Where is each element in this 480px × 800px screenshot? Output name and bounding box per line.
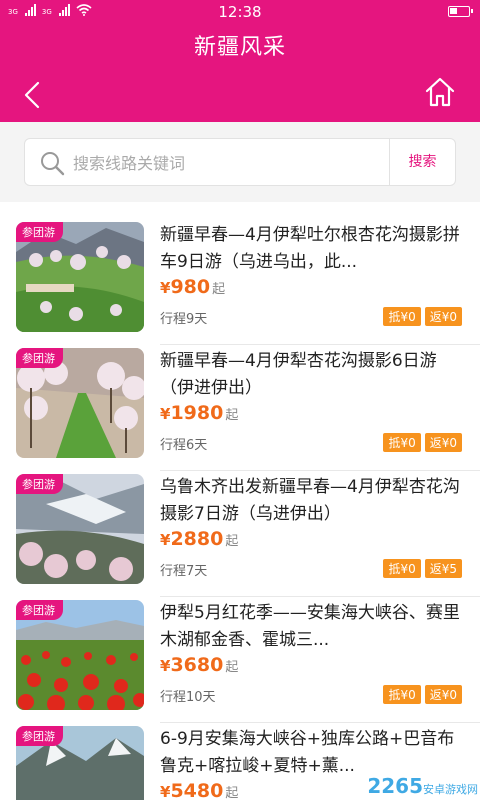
list-item[interactable]: 参团游 新疆早春—4月伊犁杏花沟摄影6日游（伊进伊出） ¥1980 起 行程6天 … <box>0 328 480 471</box>
tour-name: 6-9月安集海大峡谷+独库公路+巴音布鲁克+喀拉峻+夏特+薰... <box>160 729 455 776</box>
tour-name: 新疆早春—4月伊犁杏花沟摄影6日游（伊进伊出） <box>160 351 437 398</box>
price-suffix: 起 <box>225 786 239 800</box>
price-currency: ¥ <box>160 783 171 800</box>
watermark-text: 2265 <box>367 774 423 798</box>
discount-badge: 抵¥0 <box>383 559 421 578</box>
price-currency: ¥ <box>160 279 171 297</box>
cashback-badge: 返¥0 <box>424 685 462 704</box>
status-bar: 3G 3G 12:38 <box>0 0 480 24</box>
tour-name: 伊犁5月红花季——安集海大峡谷、赛里木湖郁金香、霍城三... <box>160 603 460 650</box>
tour-type-tag: 参团游 <box>16 348 63 368</box>
search-bar: 搜索 <box>0 122 480 202</box>
price-currency: ¥ <box>160 531 171 549</box>
cashback-badge: 返¥0 <box>424 307 462 326</box>
tour-name: 新疆早春—4月伊犁吐尔根杏花沟摄影拼车9日游（乌进乌出，此... <box>160 225 460 272</box>
tour-type-tag: 参团游 <box>16 726 63 746</box>
price-value: 3680 <box>170 654 224 676</box>
tour-thumbnail: 参团游 <box>16 222 144 332</box>
price-suffix: 起 <box>225 534 239 549</box>
cashback-badge: 返¥5 <box>424 559 462 578</box>
price-suffix: 起 <box>225 660 239 675</box>
list-item[interactable]: 参团游 伊犁5月红花季——安集海大峡谷、赛里木湖郁金香、霍城三... ¥3680… <box>0 580 480 723</box>
watermark-logo: 2265安卓游戏网 <box>367 774 478 798</box>
tour-duration: 行程6天 <box>160 438 208 453</box>
status-time: 12:38 <box>218 3 262 21</box>
tour-type-tag: 参团游 <box>16 474 63 494</box>
price-value: 2880 <box>170 528 224 550</box>
tour-thumbnail: 参团游 <box>16 726 144 800</box>
page-title: 新疆风采 <box>193 35 286 60</box>
search-input[interactable] <box>73 148 383 178</box>
tour-thumbnail: 参团游 <box>16 474 144 584</box>
search-box: 搜索 <box>24 138 456 186</box>
battery-icon <box>448 6 473 17</box>
price-suffix: 起 <box>212 282 226 297</box>
app-header: 3G 3G 12:38 新疆风采 <box>0 0 480 122</box>
price-value: 980 <box>170 276 211 298</box>
tour-price: ¥3680 起 <box>160 654 238 676</box>
tour-duration: 行程9天 <box>160 312 208 327</box>
tour-type-tag: 参团游 <box>16 222 63 242</box>
tour-thumbnail: 参团游 <box>16 348 144 458</box>
price-value: 5480 <box>170 780 224 800</box>
list-item[interactable]: 参团游 乌鲁木齐出发新疆早春—4月伊犁杏花沟摄影7日游（乌进伊出） ¥2880 起… <box>0 454 480 597</box>
tour-type-tag: 参团游 <box>16 600 63 620</box>
tour-price: ¥2880 起 <box>160 528 238 550</box>
tour-list: 参团游 新疆早春—4月伊犁吐尔根杏花沟摄影拼车9日游（乌进乌出，此... ¥98… <box>0 202 480 800</box>
tour-price: ¥980 起 <box>160 276 225 298</box>
watermark-sub: 安卓游戏网 <box>423 783 478 796</box>
home-icon[interactable] <box>424 76 456 108</box>
price-currency: ¥ <box>160 657 171 675</box>
tour-duration: 行程10天 <box>160 690 216 705</box>
tour-price: ¥5480 起 <box>160 780 238 800</box>
list-item[interactable]: 参团游 新疆早春—4月伊犁吐尔根杏花沟摄影拼车9日游（乌进乌出，此... ¥98… <box>0 202 480 345</box>
back-arrow-icon[interactable] <box>18 80 48 110</box>
search-button[interactable]: 搜索 <box>389 139 455 185</box>
price-currency: ¥ <box>160 405 171 423</box>
tour-thumbnail: 参团游 <box>16 600 144 710</box>
discount-badge: 抵¥0 <box>383 307 421 326</box>
tour-price: ¥1980 起 <box>160 402 238 424</box>
discount-badge: 抵¥0 <box>383 433 421 452</box>
tour-name: 乌鲁木齐出发新疆早春—4月伊犁杏花沟摄影7日游（乌进伊出） <box>160 477 460 524</box>
cashback-badge: 返¥0 <box>424 433 462 452</box>
tour-duration: 行程7天 <box>160 564 208 579</box>
search-icon <box>41 152 65 176</box>
price-value: 1980 <box>170 402 224 424</box>
price-suffix: 起 <box>225 408 239 423</box>
discount-badge: 抵¥0 <box>383 685 421 704</box>
